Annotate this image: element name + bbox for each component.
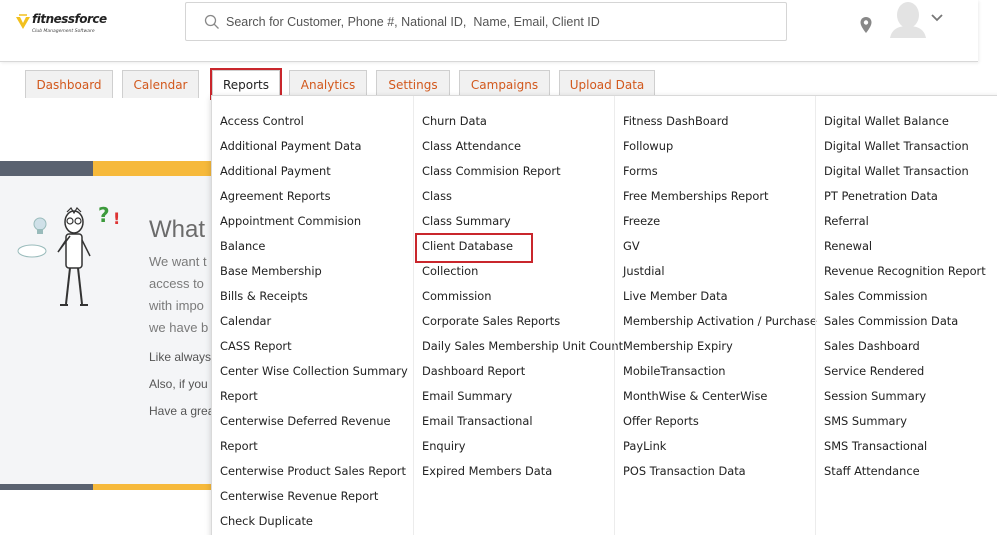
thinking-person-illustration: ? !	[17, 203, 120, 306]
reports-menu-item[interactable]: Expired Members Data	[422, 459, 552, 484]
reports-menu-item[interactable]: Digital Wallet Balance	[824, 109, 949, 134]
announcement-heading: What	[149, 216, 206, 243]
reports-menu-item[interactable]: Live Member Data	[623, 284, 728, 309]
reports-menu-item[interactable]: Dashboard Report	[422, 359, 525, 384]
reports-menu-item[interactable]: Calendar	[220, 309, 271, 334]
chevron-down-icon[interactable]	[930, 13, 944, 23]
announcement-note: Have a grea	[149, 404, 211, 418]
reports-menu-item[interactable]: SMS Summary	[824, 409, 907, 434]
tab-reports[interactable]: Reports	[210, 68, 282, 100]
reports-menu-item[interactable]: Collection	[422, 259, 478, 284]
reports-menu-item[interactable]: Report	[220, 384, 258, 409]
reports-menu-item[interactable]: Offer Reports	[623, 409, 699, 434]
tab-analytics[interactable]: Analytics	[289, 70, 367, 98]
reports-menu-item[interactable]: Free Memberships Report	[623, 184, 769, 209]
reports-menu-item[interactable]: MobileTransaction	[623, 359, 726, 384]
reports-menu-item[interactable]: Staff Attendance	[824, 459, 920, 484]
reports-menu-item[interactable]: Enquiry	[422, 434, 465, 459]
reports-menu-item[interactable]: Fitness DashBoard	[623, 109, 728, 134]
reports-dropdown-menu: Access Control Additional Payment Data Add…	[211, 95, 997, 535]
reports-menu-item[interactable]: Followup	[623, 134, 673, 159]
tab-calendar[interactable]: Calendar	[122, 70, 199, 98]
reports-menu-item[interactable]: Balance	[220, 234, 265, 259]
reports-menu-item[interactable]: Forms	[623, 159, 658, 184]
location-pin-icon[interactable]	[859, 16, 873, 34]
reports-menu-item[interactable]: Sales Commission Data	[824, 309, 958, 334]
reports-menu-item[interactable]: PT Penetration Data	[824, 184, 938, 209]
reports-menu-item[interactable]: Churn Data	[422, 109, 487, 134]
reports-menu-item[interactable]: Freeze	[623, 209, 660, 234]
reports-menu-item[interactable]: Agreement Reports	[220, 184, 331, 209]
reports-menu-item[interactable]: Class Attendance	[422, 134, 521, 159]
tab-settings[interactable]: Settings	[376, 70, 450, 98]
reports-menu-column: Digital Wallet Balance Digital Wallet Tra…	[815, 96, 997, 535]
search-icon	[204, 14, 219, 29]
reports-menu-item[interactable]: Digital Wallet Transaction	[824, 159, 969, 184]
reports-menu-item[interactable]: Centerwise Deferred Revenue	[220, 409, 391, 434]
reports-menu-column: Churn Data Class Attendance Class Commisio…	[413, 96, 623, 535]
reports-menu-column: Access Control Additional Payment Data Add…	[212, 96, 413, 535]
reports-menu-item[interactable]: POS Transaction Data	[623, 459, 746, 484]
announcement-note: Also, if you	[149, 377, 208, 391]
reports-menu-item[interactable]: Email Summary	[422, 384, 512, 409]
logo-tagline: Club Management Software	[32, 29, 95, 34]
search-input[interactable]	[226, 3, 776, 40]
reports-menu-item[interactable]: Check Duplicate	[220, 509, 313, 534]
reports-menu-item[interactable]: Renewal	[824, 234, 872, 259]
reports-menu-item[interactable]: Corporate Sales Reports	[422, 309, 560, 334]
reports-menu-item[interactable]: PayLink	[623, 434, 666, 459]
svg-text:!: !	[113, 209, 120, 228]
reports-menu-item[interactable]: Base Membership	[220, 259, 322, 284]
reports-menu-item[interactable]: SMS Transactional	[824, 434, 927, 459]
logo-mark-icon	[16, 14, 30, 29]
announcement-line: we have b	[149, 320, 209, 335]
tab-upload-data[interactable]: Upload Data	[559, 70, 655, 98]
brand-logo[interactable]: fitnessforce Club Management Software	[14, 12, 107, 40]
reports-menu-item[interactable]: Service Rendered	[824, 359, 924, 384]
global-search	[185, 2, 787, 41]
announcement-line: with impo	[149, 298, 204, 313]
reports-menu-item[interactable]: Membership Activation / Purchase	[623, 309, 817, 334]
reports-menu-item[interactable]: Additional Payment Data	[220, 134, 362, 159]
reports-menu-item[interactable]: Membership Expiry	[623, 334, 733, 359]
reports-menu-item[interactable]: Justdial	[623, 259, 665, 284]
tab-dashboard[interactable]: Dashboard	[25, 70, 113, 98]
user-avatar-icon[interactable]	[888, 0, 928, 38]
announcement-line: access to	[149, 276, 204, 291]
top-header: fitnessforce Club Management Software	[0, 0, 978, 62]
tab-campaigns[interactable]: Campaigns	[459, 70, 550, 98]
reports-menu-item[interactable]: Class	[422, 184, 452, 209]
reports-menu-item[interactable]: Digital Wallet Transaction	[824, 134, 969, 159]
reports-menu-item[interactable]: Revenue Recognition Report	[824, 259, 986, 284]
reports-menu-item[interactable]: Center Wise Collection Summary	[220, 359, 408, 384]
reports-menu-item[interactable]: Referral	[824, 209, 869, 234]
reports-menu-item[interactable]: Class Summary	[422, 209, 511, 234]
reports-menu-item[interactable]: Centerwise Product Sales Report	[220, 459, 406, 484]
reports-menu-item[interactable]: Bills & Receipts	[220, 284, 308, 309]
reports-menu-item[interactable]: Centerwise Revenue Report	[220, 484, 378, 509]
announcement-note: Like always	[149, 350, 211, 364]
svg-text:?: ?	[98, 203, 110, 227]
reports-menu-item[interactable]: Client Database	[422, 234, 513, 259]
reports-menu-item[interactable]: GV	[623, 234, 640, 259]
reports-menu-item[interactable]: Daily Sales Membership Unit Count	[422, 334, 623, 359]
reports-menu-item[interactable]: Report	[220, 434, 258, 459]
reports-menu-item[interactable]: Appointment Commision	[220, 209, 361, 234]
reports-menu-item[interactable]: Session Summary	[824, 384, 926, 409]
reports-menu-item[interactable]: Commission	[422, 284, 492, 309]
logo-wordmark: fitnessforce	[32, 12, 107, 26]
reports-menu-item[interactable]: Class Commision Report	[422, 159, 561, 184]
announcement-line: We want t	[149, 254, 207, 269]
reports-menu-item[interactable]: Sales Dashboard	[824, 334, 920, 359]
reports-menu-item[interactable]: Sales Commission	[824, 284, 927, 309]
reports-menu-item[interactable]: CASS Report	[220, 334, 292, 359]
reports-menu-item[interactable]: Email Transactional	[422, 409, 533, 434]
reports-menu-column: Fitness DashBoard Followup Forms Free Membe…	[614, 96, 817, 535]
reports-menu-item[interactable]: Access Control	[220, 109, 304, 134]
reports-menu-item[interactable]: MonthWise & CenterWise	[623, 384, 767, 409]
reports-menu-item[interactable]: Additional Payment	[220, 159, 331, 184]
